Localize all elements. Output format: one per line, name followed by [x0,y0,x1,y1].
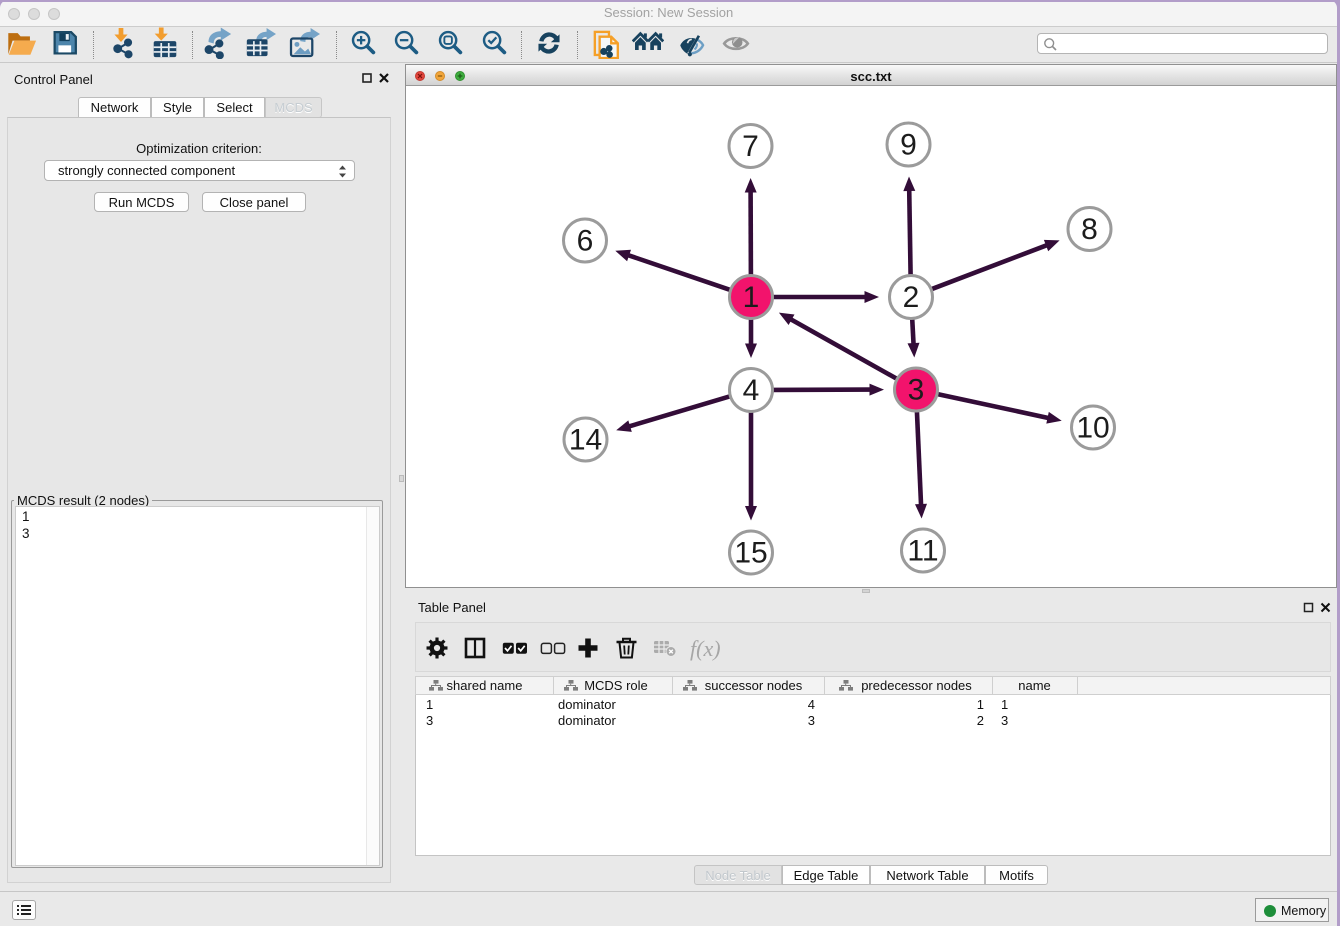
svg-text:7: 7 [742,130,759,163]
svg-text:4: 4 [743,374,760,407]
svg-text:11: 11 [907,535,938,568]
svg-text:10: 10 [1076,412,1109,445]
svg-text:14: 14 [569,424,602,457]
svg-text:9: 9 [900,129,917,162]
svg-text:6: 6 [577,225,594,258]
svg-text:15: 15 [734,537,767,570]
svg-text:2: 2 [903,281,920,314]
svg-text:8: 8 [1081,213,1098,246]
svg-text:3: 3 [908,374,925,407]
svg-text:1: 1 [743,281,760,314]
